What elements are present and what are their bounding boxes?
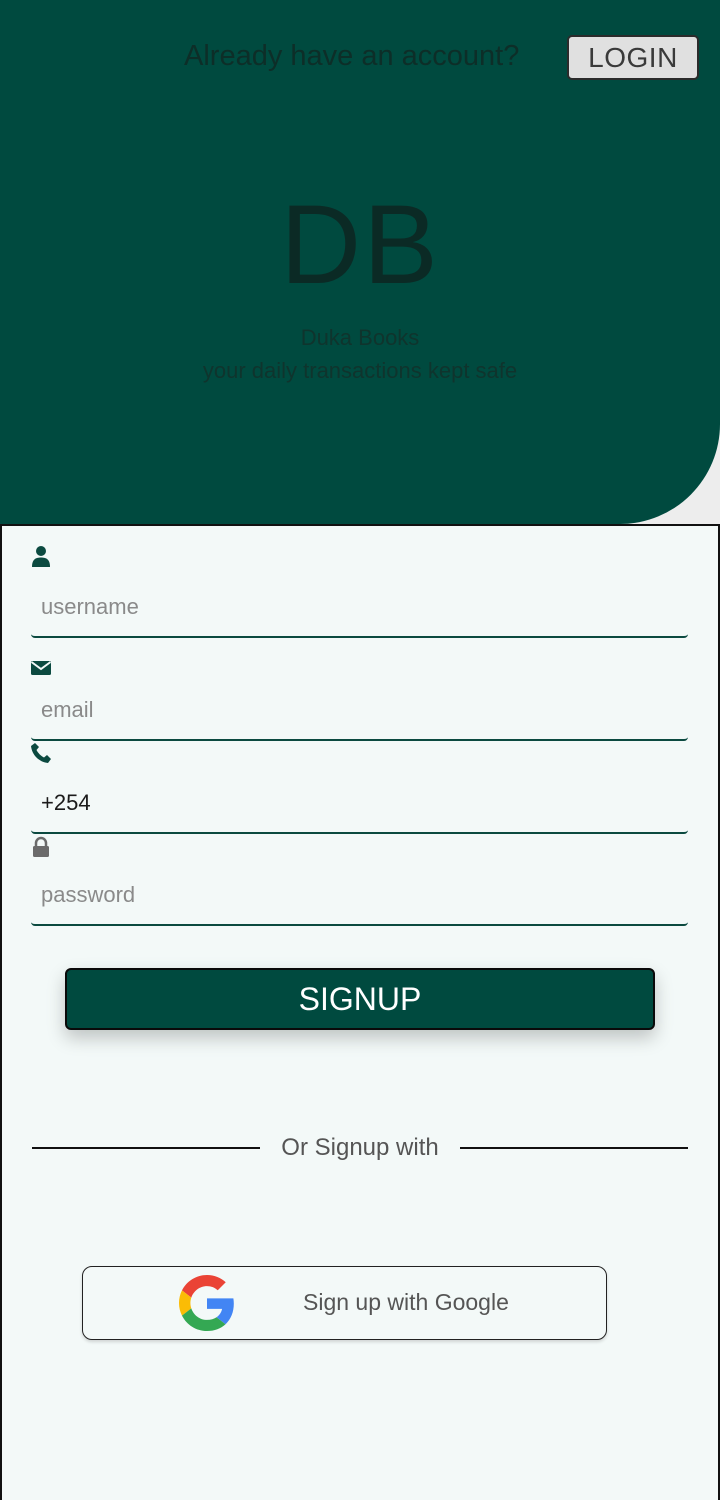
google-icon	[179, 1275, 235, 1331]
divider-line-left	[32, 1147, 260, 1149]
have-account-text: Already have an account?	[184, 40, 520, 72]
lock-icon	[30, 836, 52, 858]
brand-name: Duka Books	[300, 325, 420, 350]
login-button[interactable]: LOGIN	[567, 35, 699, 80]
google-signup-label: Sign up with Google	[303, 1289, 509, 1315]
divider-text: Or Signup with	[281, 1134, 439, 1161]
google-signup-button[interactable]: Sign up with Google	[82, 1266, 607, 1340]
signup-button[interactable]: SIGNUP	[65, 968, 655, 1030]
username-input[interactable]	[31, 578, 688, 636]
password-input[interactable]	[31, 866, 688, 924]
email-field[interactable]	[31, 681, 688, 741]
app-logo: DB	[280, 182, 440, 307]
header-banner: Already have an account? LOGIN DB Duka B…	[0, 0, 720, 524]
user-icon	[30, 545, 52, 567]
phone-icon	[30, 742, 52, 764]
username-field[interactable]	[31, 578, 688, 638]
envelope-icon	[30, 658, 52, 680]
phone-field[interactable]	[31, 774, 688, 834]
brand-tagline: your daily transactions kept safe	[202, 358, 518, 383]
email-input[interactable]	[31, 681, 688, 739]
divider-line-right	[460, 1147, 688, 1149]
password-field[interactable]	[31, 866, 688, 926]
signup-screen: Already have an account? LOGIN DB Duka B…	[0, 0, 720, 1500]
phone-input[interactable]	[31, 774, 688, 832]
